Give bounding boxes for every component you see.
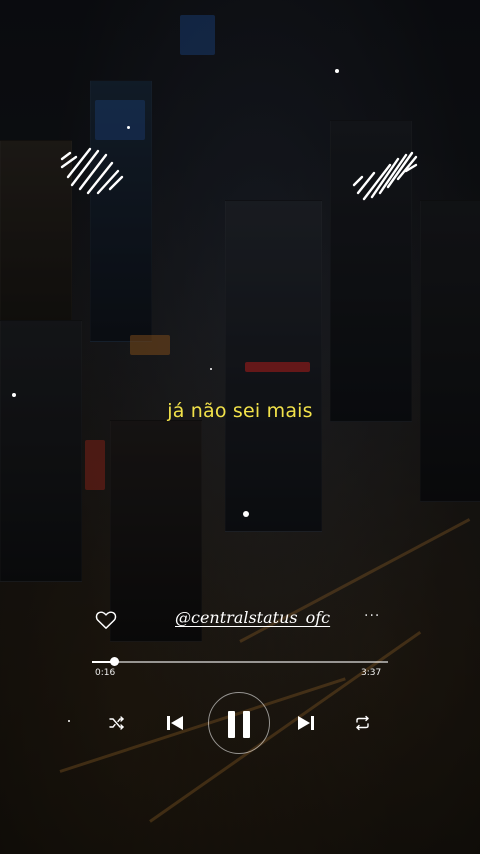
skip-previous-icon[interactable] <box>166 714 184 732</box>
sparkle <box>127 126 130 129</box>
track-duration: 3:37 <box>361 668 382 678</box>
repeat-icon[interactable] <box>354 715 371 731</box>
heart-outline-icon[interactable] <box>95 610 117 630</box>
track-info-row: @centralstatus_ofc ··· <box>0 606 480 634</box>
sound-wave-icon <box>352 151 418 201</box>
more-dots-icon[interactable]: ··· <box>364 608 380 624</box>
sound-wave-icon <box>60 147 124 195</box>
sparkle <box>12 393 16 397</box>
sparkle <box>243 511 249 517</box>
progress-knob[interactable] <box>109 657 119 666</box>
sparkle <box>210 368 212 370</box>
shuffle-icon[interactable] <box>109 715 125 731</box>
artist-handle[interactable]: @centralstatus_ofc <box>175 608 330 627</box>
pause-button[interactable] <box>208 692 270 754</box>
lyric-line: já não sei mais <box>167 400 313 422</box>
progress-bar[interactable] <box>92 657 388 666</box>
skip-next-icon[interactable] <box>297 714 315 732</box>
playback-controls <box>0 690 480 756</box>
sparkle <box>335 69 339 73</box>
current-time: 0:16 <box>95 668 116 678</box>
